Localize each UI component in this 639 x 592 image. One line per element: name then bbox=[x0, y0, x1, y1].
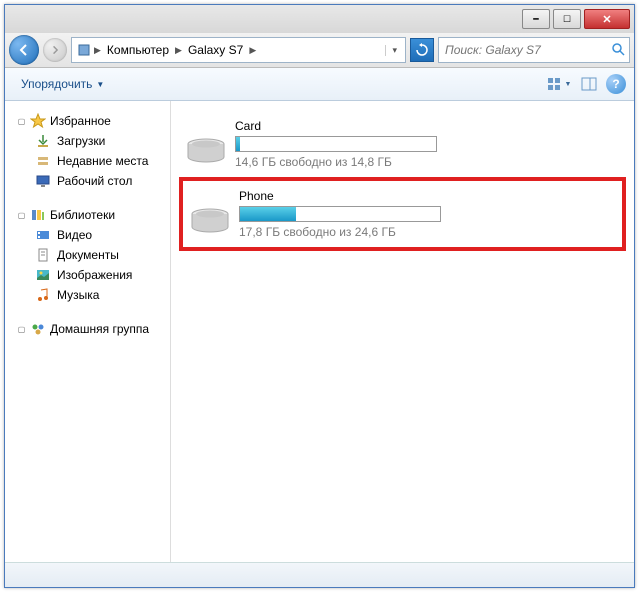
chevron-down-icon: ▼ bbox=[565, 81, 572, 88]
preview-pane-button[interactable] bbox=[576, 73, 602, 95]
sidebar-item-pictures[interactable]: Изображения bbox=[5, 265, 170, 285]
history-dropdown[interactable]: ▾ bbox=[385, 45, 403, 56]
sidebar-section-label: Избранное bbox=[50, 114, 111, 128]
breadcrumb-computer[interactable]: Компьютер bbox=[101, 43, 175, 57]
breadcrumb-galaxy[interactable]: Galaxy S7 bbox=[182, 43, 249, 57]
sidebar-item-label: Рабочий стол bbox=[57, 174, 132, 188]
downloads-icon bbox=[35, 133, 51, 149]
drive-icon bbox=[189, 193, 231, 235]
expander-icon[interactable]: ▢ bbox=[17, 211, 26, 220]
drive-status: 14,6 ГБ свободно из 14,8 ГБ bbox=[235, 155, 620, 169]
breadcrumb-label: Компьютер bbox=[107, 43, 169, 57]
drive-phone[interactable]: Phone 17,8 ГБ свободно из 24,6 ГБ bbox=[179, 177, 626, 251]
desktop-icon bbox=[35, 173, 51, 189]
status-bar bbox=[5, 562, 634, 587]
music-icon bbox=[35, 287, 51, 303]
capacity-bar bbox=[235, 136, 437, 152]
sidebar-item-documents[interactable]: Документы bbox=[5, 245, 170, 265]
content-pane[interactable]: Card 14,6 ГБ свободно из 14,8 ГБ Phone bbox=[171, 101, 634, 562]
close-button[interactable]: ✕ bbox=[584, 9, 630, 29]
sidebar-item-desktop[interactable]: Рабочий стол bbox=[5, 171, 170, 191]
chevron-down-icon: ▼ bbox=[96, 80, 104, 89]
pictures-icon bbox=[35, 267, 51, 283]
libraries-icon bbox=[30, 207, 46, 223]
breadcrumb[interactable]: ▶ Компьютер ▶ Galaxy S7 ▶ ▾ bbox=[71, 37, 406, 63]
breadcrumb-label: Galaxy S7 bbox=[188, 43, 243, 57]
sidebar-section-label: Библиотеки bbox=[50, 208, 115, 222]
minimize-button[interactable]: ━ bbox=[522, 9, 550, 29]
navigation-pane: ▢ Избранное Загрузки Недавние места Ра bbox=[5, 101, 171, 562]
drive-icon bbox=[185, 123, 227, 165]
drive-card[interactable]: Card 14,6 ГБ свободно из 14,8 ГБ bbox=[179, 111, 626, 177]
sidebar-section-label: Домашняя группа bbox=[50, 322, 149, 336]
search-box[interactable] bbox=[438, 37, 630, 63]
chevron-right-icon[interactable]: ▶ bbox=[175, 45, 182, 56]
drive-status: 17,8 ГБ свободно из 24,6 ГБ bbox=[239, 225, 616, 239]
sidebar-item-label: Загрузки bbox=[57, 134, 105, 148]
search-input[interactable] bbox=[443, 42, 607, 58]
refresh-button[interactable] bbox=[410, 38, 434, 62]
capacity-fill bbox=[236, 137, 240, 151]
sidebar-item-label: Недавние места bbox=[57, 154, 148, 168]
sidebar-item-downloads[interactable]: Загрузки bbox=[5, 131, 170, 151]
sidebar-item-label: Изображения bbox=[57, 268, 132, 282]
expander-icon[interactable]: ▢ bbox=[17, 117, 26, 126]
toolbar: Упорядочить ▼ ▼ ? bbox=[5, 68, 634, 101]
video-icon bbox=[35, 227, 51, 243]
capacity-bar bbox=[239, 206, 441, 222]
view-options-button[interactable]: ▼ bbox=[546, 73, 572, 95]
help-button[interactable]: ? bbox=[606, 74, 626, 94]
sidebar-item-label: Видео bbox=[57, 228, 92, 242]
address-bar: ▶ Компьютер ▶ Galaxy S7 ▶ ▾ bbox=[5, 33, 634, 68]
organize-menu[interactable]: Упорядочить ▼ bbox=[13, 73, 112, 95]
device-icon bbox=[76, 42, 92, 58]
drive-name: Card bbox=[235, 119, 620, 133]
sidebar-libraries[interactable]: ▢ Библиотеки bbox=[5, 205, 170, 225]
sidebar-item-music[interactable]: Музыка bbox=[5, 285, 170, 305]
capacity-fill bbox=[240, 207, 296, 221]
sidebar-favorites[interactable]: ▢ Избранное bbox=[5, 111, 170, 131]
documents-icon bbox=[35, 247, 51, 263]
expander-icon[interactable]: ▢ bbox=[17, 325, 26, 334]
maximize-button[interactable]: ☐ bbox=[553, 9, 581, 29]
chevron-right-icon[interactable]: ▶ bbox=[94, 45, 101, 56]
back-button[interactable] bbox=[9, 35, 39, 65]
recent-icon bbox=[35, 153, 51, 169]
drive-name: Phone bbox=[239, 189, 616, 203]
organize-label: Упорядочить bbox=[21, 77, 92, 91]
sidebar-item-label: Музыка bbox=[57, 288, 99, 302]
sidebar-item-videos[interactable]: Видео bbox=[5, 225, 170, 245]
titlebar: ━ ☐ ✕ bbox=[5, 5, 634, 33]
homegroup-icon bbox=[30, 321, 46, 337]
forward-button[interactable] bbox=[43, 38, 67, 62]
explorer-window: ━ ☐ ✕ ▶ Компьютер ▶ Galaxy S7 ▶ ▾ bbox=[4, 4, 635, 588]
sidebar-item-label: Документы bbox=[57, 248, 119, 262]
chevron-right-icon[interactable]: ▶ bbox=[249, 45, 256, 56]
search-icon bbox=[611, 42, 625, 59]
sidebar-homegroup[interactable]: ▢ Домашняя группа bbox=[5, 319, 170, 339]
sidebar-item-recent[interactable]: Недавние места bbox=[5, 151, 170, 171]
star-icon bbox=[30, 113, 46, 129]
